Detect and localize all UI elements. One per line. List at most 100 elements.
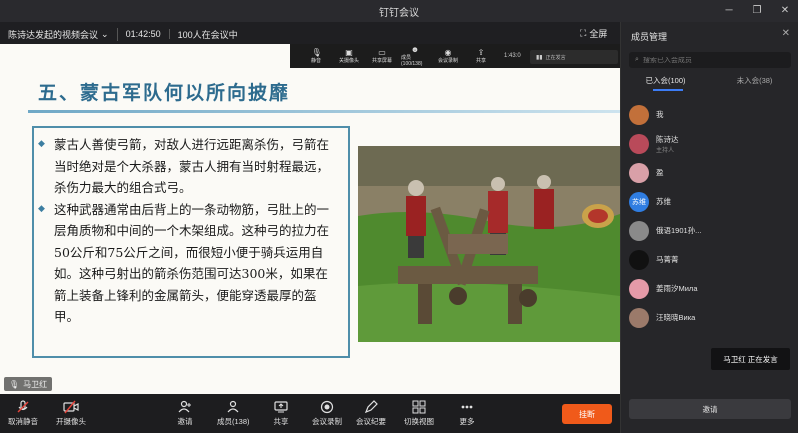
share-screen-icon: ▭ — [378, 48, 386, 57]
slide-divider — [28, 110, 620, 113]
meeting-window: 钉钉会议 ─ ❐ ✕ 五、蒙古军队何以所向披靡 ◆ 蒙古人善使弓箭，对敌人进行远… — [0, 0, 798, 433]
search-icon: ⌕ — [635, 56, 639, 63]
notes-pen-icon — [362, 398, 380, 416]
slide-heading: 五、蒙古军队何以所向披靡 — [38, 82, 291, 104]
member-name: 姜雨汐Мила — [656, 284, 698, 293]
signal-bars-icon: ▮▮ — [536, 54, 543, 61]
member-name: 陈诗达 — [656, 134, 679, 144]
members-button[interactable]: 成员(138) — [217, 398, 250, 427]
avatar — [629, 220, 649, 241]
float-mute-button[interactable]: 🎙 静音 — [302, 48, 330, 64]
members-icon: ☻ — [410, 45, 420, 54]
share-button[interactable]: 共享 — [272, 398, 290, 427]
member-name: 苏维 — [656, 197, 671, 206]
float-members-button[interactable]: ☻ 成员(100/138) — [401, 45, 429, 67]
add-person-icon — [176, 398, 194, 416]
slide-photo-catapult — [358, 146, 620, 342]
member-row[interactable]: 马菁菁 — [621, 245, 798, 274]
avatar — [629, 307, 649, 328]
member-info: 苏维 — [656, 196, 671, 207]
switch-view-button[interactable]: 切换视图 — [404, 398, 434, 427]
tab-joined[interactable]: 已入会(100) — [621, 72, 710, 90]
members-icon — [224, 398, 242, 416]
record-button[interactable]: 会议录制 — [312, 398, 342, 427]
member-list: 我陈诗达主持人盈苏维 苏维俄语1901孙... 马菁菁姜雨汐Мила 汪晓晓Вика — [621, 100, 798, 332]
member-row[interactable]: 我 — [621, 100, 798, 129]
member-search-field[interactable]: ⌕ — [629, 52, 791, 68]
avatar — [629, 278, 649, 299]
member-row[interactable]: 俄语1901孙... — [621, 216, 798, 245]
slide-paragraph: ◆ 蒙古人善使弓箭，对敌人进行远距离杀伤，弓箭在当时绝对是个大杀器，蒙古人拥有当… — [38, 134, 340, 199]
title-bar: 钉钉会议 ─ ❐ ✕ — [0, 0, 798, 22]
unmute-button[interactable]: 取消静音 — [8, 398, 38, 427]
active-tab-indicator — [653, 89, 683, 91]
fullscreen-button[interactable]: ⛶ 全屏 — [580, 27, 607, 40]
speaking-tooltip: 马卫红 正在发言 — [711, 348, 790, 370]
shared-screen-slide: 五、蒙古军队何以所向披靡 ◆ 蒙古人善使弓箭，对敌人进行远距离杀伤，弓箭在当时绝… — [0, 44, 620, 394]
member-name: 盈 — [656, 168, 664, 177]
float-record-button[interactable]: ◉ 会议录制 — [434, 48, 462, 64]
member-name: 汪晓晓Вика — [656, 313, 696, 322]
float-share-screen-button[interactable]: ▭ 共享屏幕 — [368, 48, 396, 64]
microphone-icon: 🎙 — [9, 379, 20, 389]
member-name: 我 — [656, 110, 664, 119]
record-icon — [318, 398, 336, 416]
member-row[interactable]: 苏维 苏维 — [621, 187, 798, 216]
float-elapsed-time: 1:43:0 — [504, 53, 521, 59]
speaking-indicator-chip: ▮▮ 正在发言 — [530, 50, 618, 64]
grid-view-icon — [410, 398, 428, 416]
meeting-info-bar: 陈诗达发起的视频会议 ⌄ 01:42:50 100人在会议中 — [0, 24, 620, 44]
maximize-icon[interactable]: ❐ — [750, 3, 764, 17]
member-search-input[interactable] — [642, 56, 773, 64]
camera-off-icon — [62, 398, 80, 416]
more-dots-icon — [458, 398, 476, 416]
member-info: 俄语1901孙... — [656, 225, 701, 236]
close-icon[interactable]: ✕ — [782, 28, 790, 39]
camera-button[interactable]: 开摄像头 — [56, 398, 86, 427]
member-management-panel: 成员管理 ✕ ⌕ 已入会(100) 未入会(38) 我陈诗达主持人盈苏维苏维俄语… — [620, 22, 798, 433]
float-camera-button[interactable]: ▣ 关摄像头 — [335, 48, 363, 64]
avatar — [629, 162, 649, 183]
participants-count: 100人在会议中 — [177, 29, 238, 40]
avatar — [629, 133, 649, 154]
chevron-down-icon: ⌄ — [101, 28, 109, 39]
member-row[interactable]: 姜雨汐Мила — [621, 274, 798, 303]
meeting-title-dropdown[interactable]: 陈诗达发起的视频会议 ⌄ — [0, 27, 118, 41]
avatar — [629, 104, 649, 125]
bullet-icon: ◆ — [38, 139, 45, 149]
panel-invite-button[interactable]: 邀请 — [629, 399, 791, 419]
member-info: 汪晓晓Вика — [656, 312, 695, 323]
member-tabs: 已入会(100) 未入会(38) — [621, 72, 798, 90]
member-info: 我 — [656, 109, 664, 120]
leave-meeting-button[interactable]: 挂断 — [562, 404, 612, 424]
window-controls: ─ ❐ ✕ — [722, 3, 792, 17]
more-button[interactable]: 更多 — [458, 398, 476, 427]
minutes-button[interactable]: 会议纪要 — [356, 398, 386, 427]
avatar — [629, 249, 649, 270]
close-icon[interactable]: ✕ — [778, 3, 792, 17]
float-share-button[interactable]: ⇪ 共享 — [467, 48, 495, 64]
member-info: 马菁菁 — [656, 254, 679, 265]
panel-title: 成员管理 — [631, 32, 668, 42]
camera-off-icon: ▣ — [345, 48, 353, 57]
member-name: 马菁菁 — [656, 255, 679, 264]
invite-button[interactable]: 邀请 — [176, 398, 194, 427]
share-icon: ⇪ — [477, 48, 485, 57]
member-info: 姜雨汐Мила — [656, 283, 697, 294]
slide-textbox: ◆ 蒙古人善使弓箭，对敌人进行远距离杀伤，弓箭在当时绝对是个大杀器，蒙古人拥有当… — [32, 126, 350, 358]
meeting-elapsed-time: 01:42:50 — [118, 29, 170, 39]
fullscreen-icon: ⛶ — [580, 28, 587, 38]
member-row[interactable]: 汪晓晓Вика — [621, 303, 798, 332]
window-title: 钉钉会议 — [379, 7, 419, 19]
minimize-icon[interactable]: ─ — [722, 3, 736, 17]
member-row[interactable]: 盈 — [621, 158, 798, 187]
bullet-icon: ◆ — [38, 203, 45, 214]
member-info: 盈 — [656, 167, 664, 178]
member-role: 主持人 — [656, 147, 675, 154]
microphone-muted-icon — [14, 398, 32, 416]
member-info: 陈诗达 主持人 — [656, 134, 679, 154]
slide-paragraph: ◆ 这种武器通常由后背上的一条动物筋，弓肚上的一层角质物和中间的一个木架组成。这… — [38, 199, 340, 328]
tab-not-joined[interactable]: 未入会(38) — [710, 72, 798, 90]
member-row[interactable]: 陈诗达 主持人 — [621, 129, 798, 158]
current-speaker-tag: 🎙 马卫红 — [4, 377, 53, 391]
